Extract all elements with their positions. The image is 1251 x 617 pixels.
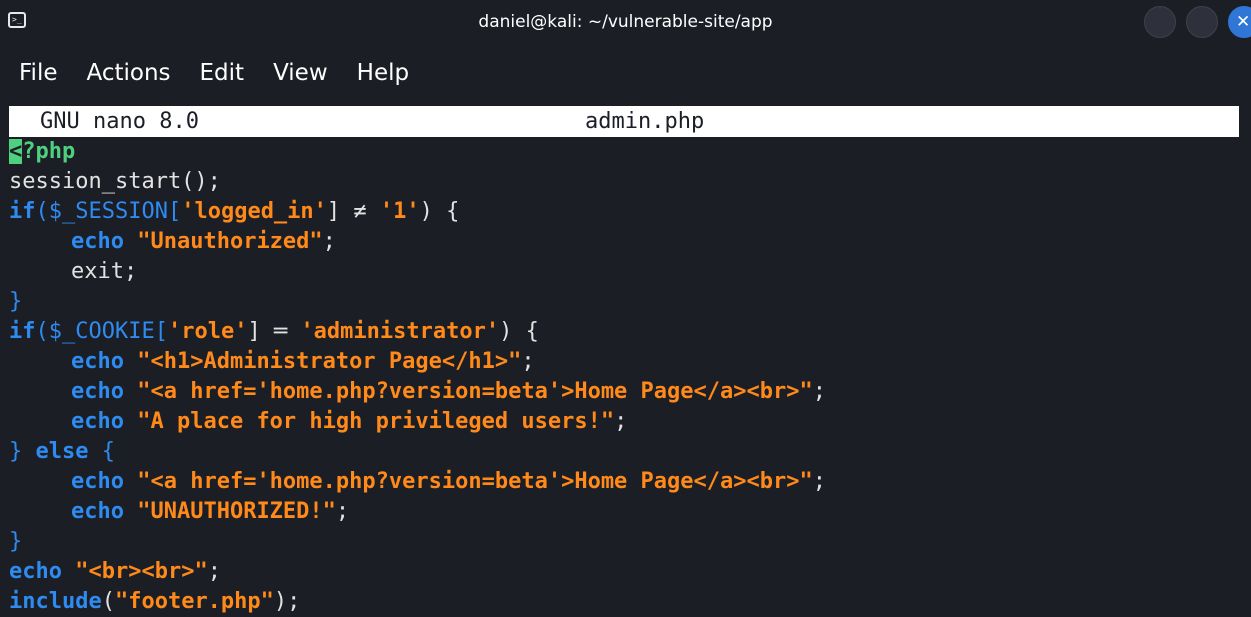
menu-help[interactable]: Help (357, 60, 409, 86)
text-cursor: < (9, 139, 23, 164)
menu-actions[interactable]: Actions (87, 60, 171, 86)
minimize-button[interactable] (1144, 6, 1176, 38)
menu-edit[interactable]: Edit (200, 60, 245, 86)
nano-header-bar: GNU nano 8.0 admin.php (9, 106, 1239, 137)
close-button[interactable]: ✕ (1228, 6, 1251, 38)
code-line: <?php (9, 139, 76, 164)
maximize-button[interactable] (1186, 6, 1218, 38)
close-icon: ✕ (1236, 12, 1251, 32)
code-line: include("footer.php"); (9, 589, 301, 614)
code-line: } (9, 289, 23, 314)
code-line: exit; (71, 259, 138, 284)
code-line: echo "<h1>Administrator Page</h1>"; (71, 349, 535, 374)
window-title: daniel@kali: ~/vulnerable-site/app (478, 12, 773, 32)
code-line: echo "UNAUTHORIZED!"; (71, 499, 350, 524)
menu-view[interactable]: View (273, 60, 328, 86)
title-bar[interactable]: >_ daniel@kali: ~/vulnerable-site/app ✕ (0, 0, 1251, 46)
code-line: } (9, 529, 23, 554)
terminal-window: >_ daniel@kali: ~/vulnerable-site/app ✕ … (0, 0, 1251, 617)
code-editor[interactable]: <?php session_start(); if($_SESSION['log… (9, 137, 1244, 617)
code-line: echo "<br><br>"; (9, 559, 221, 584)
nano-version: GNU nano 8.0 (40, 109, 199, 134)
code-line: session_start(); (9, 169, 221, 194)
code-line: if($_COOKIE['role'] ═ 'administrator') { (9, 319, 539, 344)
terminal-area[interactable]: GNU nano 8.0 admin.php <?php session_sta… (0, 103, 1251, 617)
code-line: } else { (9, 439, 115, 464)
code-line: echo "<a href='home.php?version=beta'>Ho… (71, 379, 826, 404)
menu-file[interactable]: File (19, 60, 58, 86)
code-line: echo "<a href='home.php?version=beta'>Ho… (71, 469, 826, 494)
code-line: echo "A place for high privileged users!… (71, 409, 628, 434)
menu-bar: File Actions Edit View Help (0, 50, 1251, 96)
code-line: echo "Unauthorized"; (71, 229, 336, 254)
nano-filename: admin.php (585, 109, 705, 134)
code-line: if($_SESSION['logged_in'] ≠ '1') { (9, 199, 460, 224)
